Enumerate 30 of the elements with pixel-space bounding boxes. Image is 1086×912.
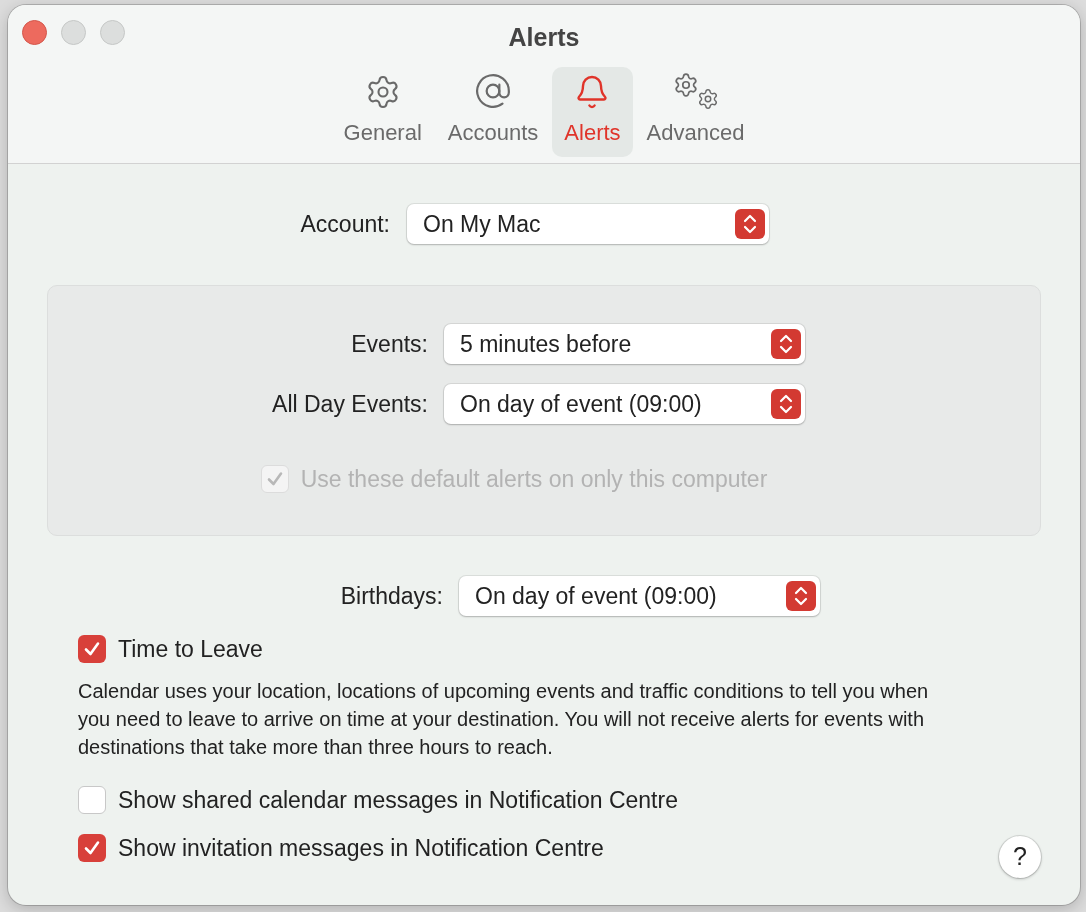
field-label: Account: (299, 209, 391, 239)
checkbox-label: Time to Leave (118, 635, 263, 664)
stepper-icon (786, 581, 816, 611)
zoom-button[interactable] (100, 20, 125, 45)
popup-button[interactable]: 5 minutes before (444, 324, 805, 364)
checkbox[interactable] (78, 834, 106, 863)
checkbox[interactable] (78, 635, 106, 664)
popup-button[interactable]: On day of event (09:00) (459, 576, 820, 616)
help-button[interactable]: ? (999, 835, 1041, 878)
field-label: All Day Events: (271, 389, 429, 419)
field-label: Events: (350, 329, 429, 359)
checkbox[interactable] (78, 785, 106, 814)
window-title: Alerts (508, 22, 580, 53)
toolbar-tab[interactable]: General (331, 66, 434, 157)
field-label: Birthdays: (339, 581, 444, 611)
gears-icon (672, 71, 719, 110)
minimize-button[interactable] (61, 20, 86, 45)
at-sign-icon (474, 71, 513, 110)
toolbar-tab[interactable]: Advanced (634, 66, 757, 157)
popup-button[interactable]: On day of event (09:00) (444, 384, 805, 424)
close-button[interactable] (22, 20, 47, 45)
checkbox-label: Show shared calendar messages in Notification Centre (118, 785, 678, 815)
toolbar-tab[interactable]: Accounts (435, 66, 551, 157)
popup-button[interactable]: On My Mac (407, 204, 769, 244)
stepper-icon (771, 389, 801, 419)
checkbox-label: Show invitation messages in Notification Centre (118, 834, 604, 863)
stepper-icon (735, 209, 765, 239)
toolbar-tab[interactable]: Alerts (552, 66, 633, 157)
description-text: Calendar uses your location, locations of upcoming events and traffic conditions to tell you when you need to leave to arrive on time at your destination. You will not receive alerts for events with destinations that take more than three hours to reach. (77, 678, 930, 760)
stepper-icon (771, 329, 801, 359)
